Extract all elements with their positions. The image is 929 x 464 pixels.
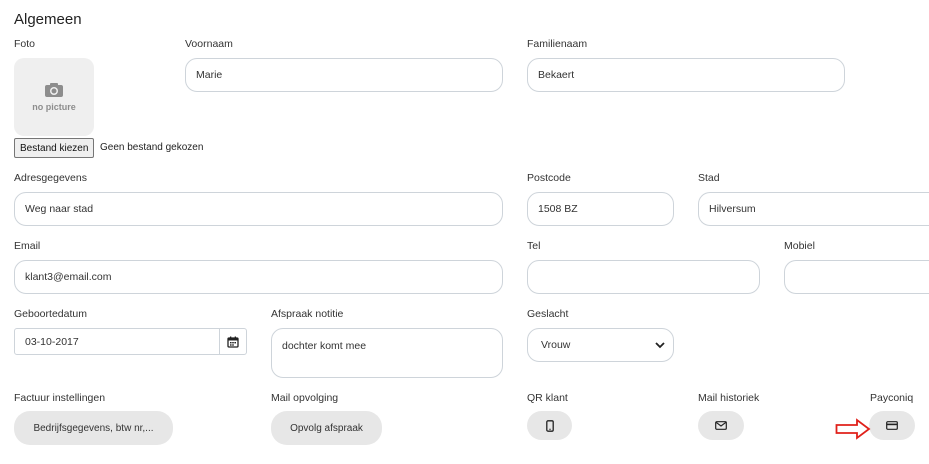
opvolg-afspraak-label: Opvolg afspraak [290, 422, 363, 434]
postcode-input[interactable]: 1508 BZ [527, 192, 674, 226]
mail-historiek-button[interactable] [698, 411, 744, 440]
payconiq-button[interactable] [869, 411, 915, 440]
voornaam-label: Voornaam [185, 38, 233, 50]
envelope-icon [715, 421, 727, 430]
postcode-label: Postcode [527, 172, 571, 184]
adres-label: Adresgegevens [14, 172, 87, 184]
credit-card-icon [886, 421, 898, 430]
email-input[interactable]: klant3@email.com [14, 260, 503, 294]
factuur-button-label: Bedrijfsgegevens, btw nr,... [33, 422, 154, 434]
no-picture-text: no picture [32, 102, 76, 112]
stad-value: Hilversum [709, 203, 756, 215]
opvolg-afspraak-button[interactable]: Opvolg afspraak [271, 411, 382, 445]
postcode-value: 1508 BZ [538, 203, 578, 215]
email-label: Email [14, 240, 41, 252]
geslacht-value: Vrouw [541, 339, 571, 351]
chevron-down-icon [655, 342, 665, 349]
phone-icon [545, 419, 554, 432]
factuur-instellingen-button[interactable]: Bedrijfsgegevens, btw nr,... [14, 411, 173, 445]
afspraak-notitie-label: Afspraak notitie [271, 308, 344, 320]
voornaam-value: Marie [196, 69, 223, 81]
afspraak-notitie-textarea[interactable]: dochter komt mee [271, 328, 503, 378]
red-arrow-icon [835, 418, 871, 440]
familienaam-input[interactable]: Bekaert [527, 58, 845, 92]
qr-klant-button[interactable] [527, 411, 572, 440]
mobiel-input[interactable] [784, 260, 929, 294]
calendar-button[interactable] [219, 329, 246, 354]
photo-label: Foto [14, 38, 36, 50]
photo-placeholder: no picture [14, 58, 94, 136]
familienaam-label: Familienaam [527, 38, 588, 50]
tel-label: Tel [527, 240, 541, 252]
camera-icon [45, 83, 63, 97]
adres-input[interactable]: Weg naar stad [14, 192, 503, 226]
qr-klant-label: QR klant [527, 392, 568, 404]
geboortedatum-input[interactable]: 03-10-2017 [14, 328, 247, 355]
adres-value: Weg naar stad [25, 203, 94, 215]
tel-input[interactable] [527, 260, 760, 294]
voornaam-input[interactable]: Marie [185, 58, 503, 92]
familienaam-value: Bekaert [538, 69, 575, 81]
mobiel-label: Mobiel [784, 240, 815, 252]
geslacht-label: Geslacht [527, 308, 569, 320]
email-value: klant3@email.com [25, 271, 112, 283]
stad-input[interactable]: Hilversum [698, 192, 929, 226]
file-status: Geen bestand gekozen [100, 142, 204, 153]
geboortedatum-label: Geboortedatum [14, 308, 87, 320]
choose-file-button[interactable]: Bestand kiezen [14, 138, 95, 158]
section-title: Algemeen [14, 11, 82, 28]
stad-label: Stad [698, 172, 720, 184]
mail-historiek-label: Mail historiek [698, 392, 760, 404]
calendar-icon [227, 336, 239, 348]
geboortedatum-value: 03-10-2017 [25, 335, 79, 348]
factuur-label: Factuur instellingen [14, 392, 106, 404]
payconiq-label: Payconiq [870, 392, 914, 404]
afspraak-notitie-value: dochter komt mee [282, 340, 367, 352]
geslacht-select[interactable]: Vrouw [527, 328, 674, 362]
mail-opvolging-label: Mail opvolging [271, 392, 339, 404]
